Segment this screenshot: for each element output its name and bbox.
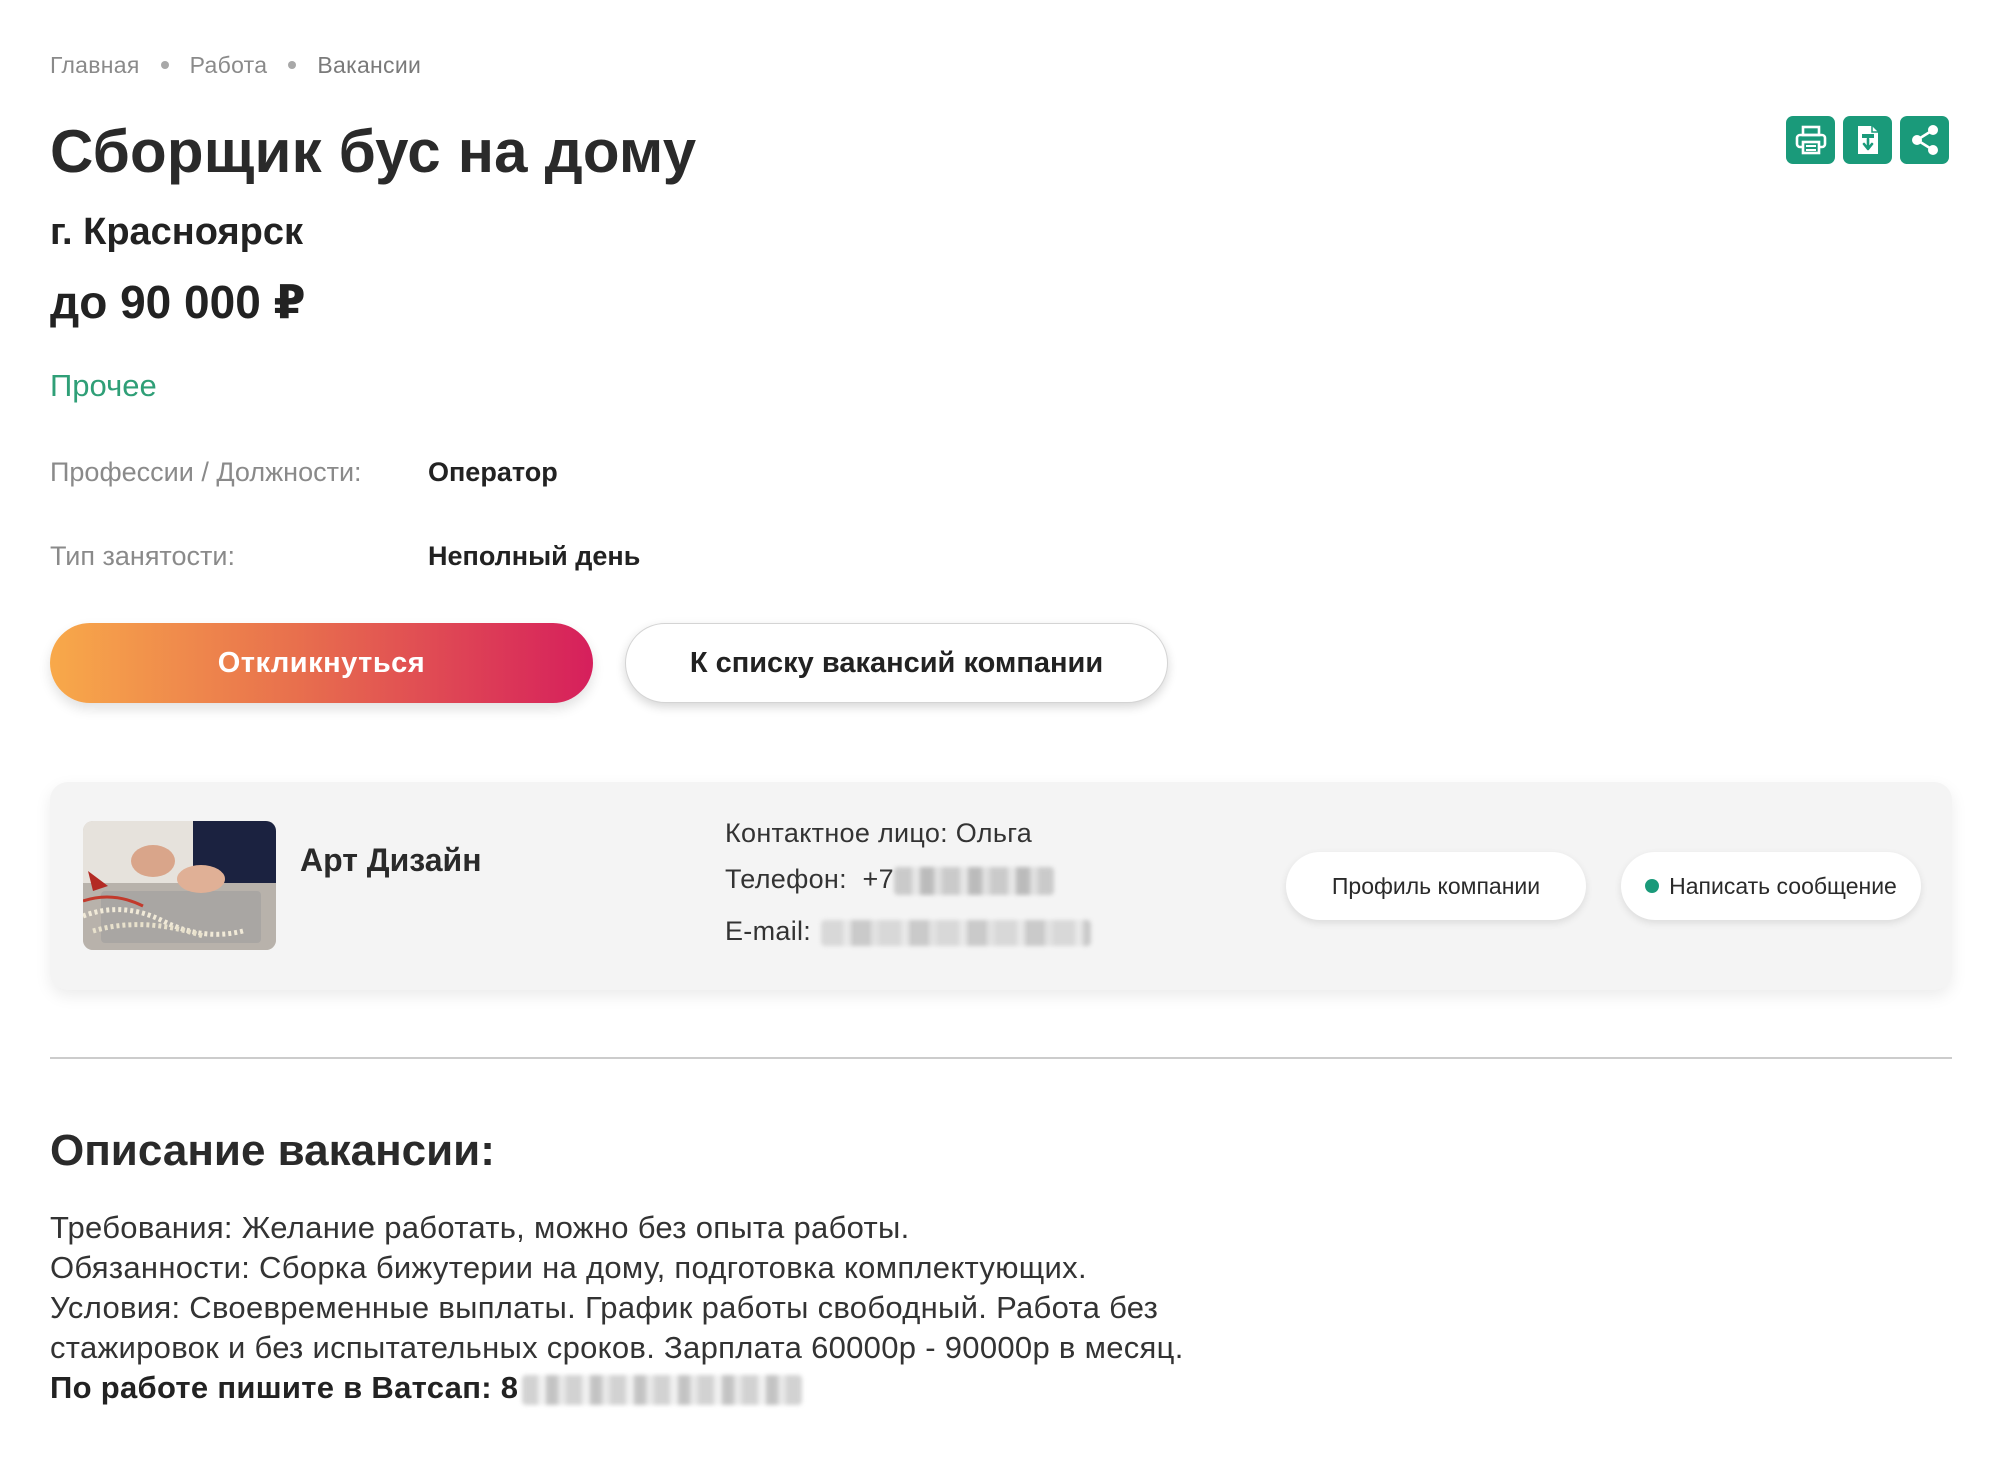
vacancy-category-link[interactable]: Прочее (50, 366, 157, 406)
employment-value: Неполный день (428, 540, 641, 571)
phone-label: Телефон: (725, 864, 847, 894)
phone-number-redacted (893, 866, 1054, 895)
company-profile-button[interactable]: Профиль компании (1286, 852, 1586, 920)
breadcrumb-item-home[interactable]: Главная (50, 52, 140, 79)
whatsapp-line: По работе пишите в Ватсап: 8 (50, 1368, 1350, 1408)
print-icon (1795, 125, 1827, 155)
breadcrumb: Главная Работа Вакансии (50, 50, 421, 80)
pdf-download-icon (1855, 124, 1881, 156)
whatsapp-label: По работе пишите в Ватсап: 8 (50, 1370, 519, 1405)
company-card: Арт Дизайн Контактное лицо: Ольга Телефо… (50, 782, 1952, 990)
employment-label: Тип занятости: (50, 540, 235, 571)
share-button[interactable] (1900, 116, 1949, 164)
pdf-download-button[interactable] (1843, 116, 1892, 164)
description-heading: Описание вакансии: (50, 1126, 495, 1175)
divider (50, 1057, 1952, 1059)
breadcrumb-item-vacancies[interactable]: Вакансии (317, 52, 421, 79)
email-redacted (821, 919, 1092, 946)
description-line: Требования: Желание работать, можно без … (50, 1210, 910, 1245)
send-message-label: Написать сообщение (1669, 872, 1897, 899)
vacancy-salary: до 90 000 ₽ (50, 276, 306, 328)
breadcrumb-separator (288, 61, 297, 69)
contact-email: E-mail: (725, 916, 1092, 947)
description-line: стажировок и без испытательных сроков. З… (50, 1330, 1184, 1365)
email-label: E-mail: (725, 916, 812, 946)
description-line: Условия: Своевременные выплаты. График р… (50, 1290, 1159, 1325)
contact-person: Контактное лицо: Ольга (725, 818, 1033, 848)
employment-row: Тип занятости: Неполный день (50, 536, 640, 576)
description-line: Обязанности: Сборка бижутерии на дому, п… (50, 1250, 1087, 1285)
vacancy-title: Сборщик бус на дому (50, 118, 697, 185)
vacancy-tools (1786, 116, 1949, 164)
contact-phone: Телефон: +7 (725, 864, 1054, 895)
company-vacancies-button[interactable]: К списку вакансий компании (625, 623, 1168, 703)
share-icon (1910, 124, 1940, 156)
vacancy-city: г. Красноярск (50, 211, 304, 253)
print-button[interactable] (1786, 116, 1835, 164)
company-photo[interactable] (83, 821, 276, 950)
description-body: Требования: Желание работать, можно без … (50, 1208, 1350, 1408)
company-name[interactable]: Арт Дизайн (300, 842, 482, 879)
breadcrumb-item-work[interactable]: Работа (190, 52, 268, 79)
profession-row: Профессии / Должности: Оператор (50, 452, 558, 492)
breadcrumb-separator (160, 61, 169, 69)
profession-value: Оператор (428, 456, 558, 487)
send-message-button[interactable]: Написать сообщение (1621, 852, 1921, 920)
apply-button[interactable]: Откликнуться (50, 623, 593, 703)
online-status-dot (1645, 879, 1660, 893)
whatsapp-number-redacted (522, 1374, 803, 1405)
profession-label: Профессии / Должности: (50, 456, 362, 487)
phone-prefix: +7 (862, 864, 894, 894)
